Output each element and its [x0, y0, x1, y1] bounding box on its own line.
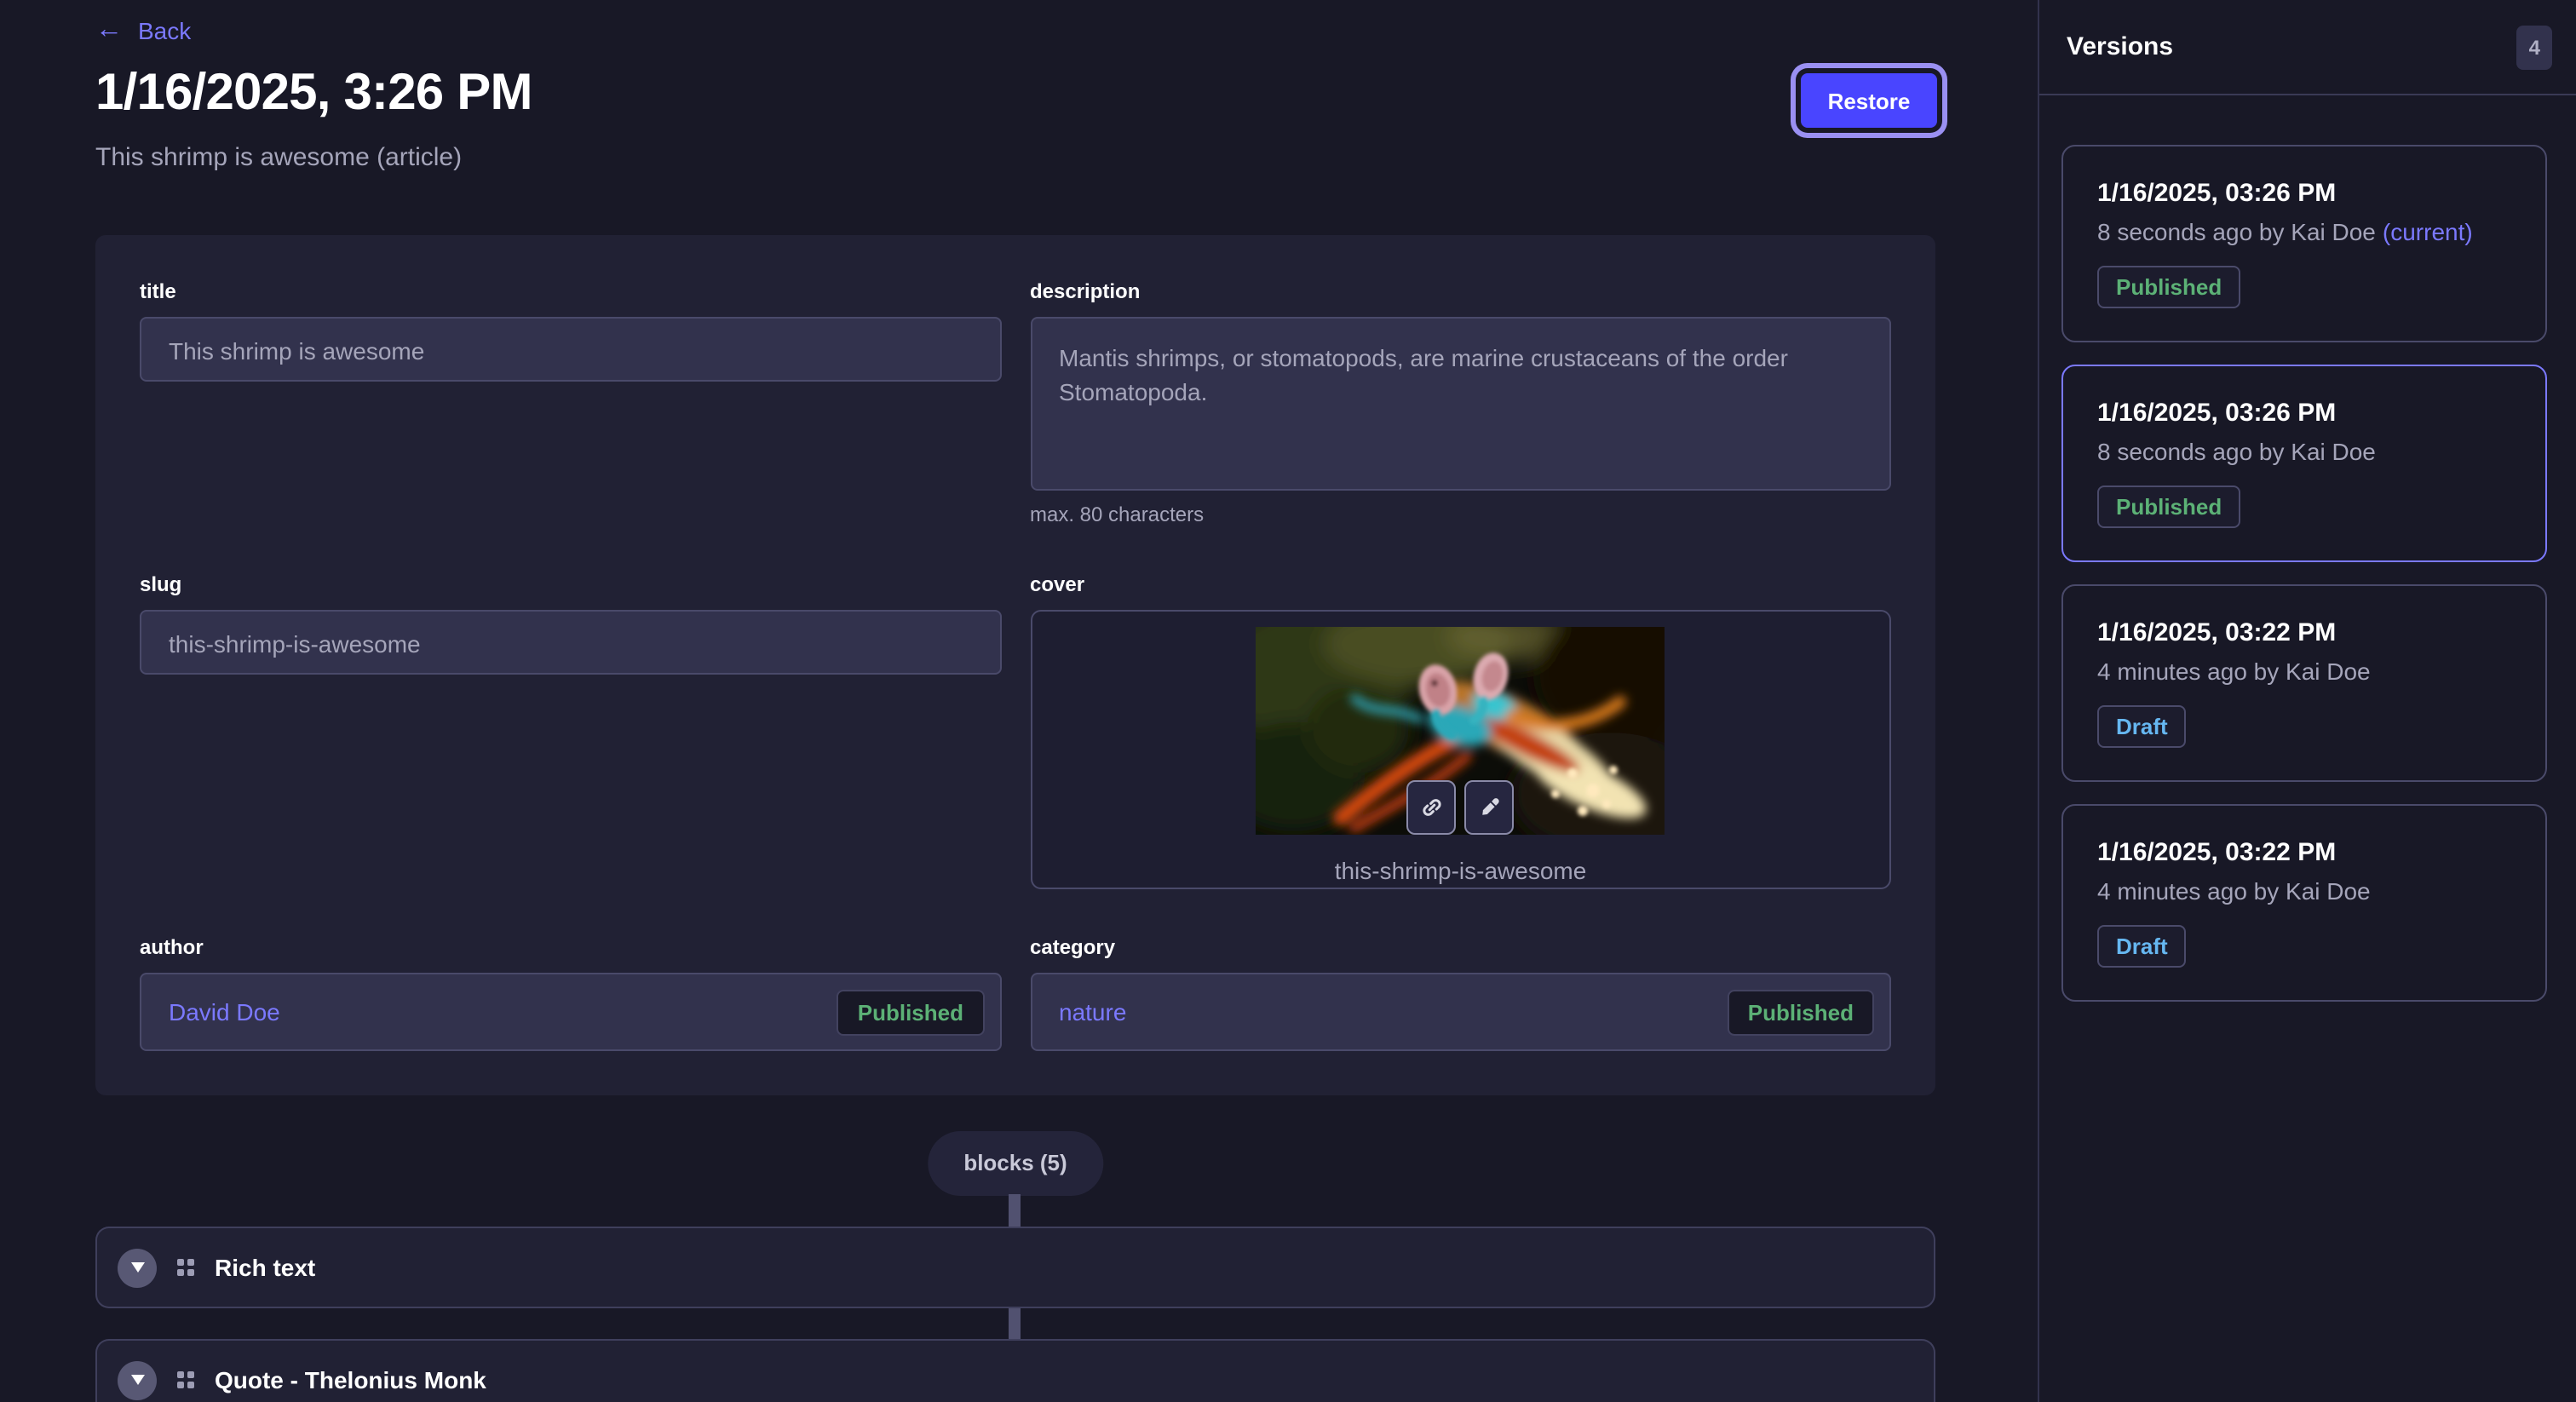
- versions-count-badge: 4: [2517, 25, 2552, 69]
- edit-media-button[interactable]: [1465, 780, 1515, 835]
- caret-down-icon: [130, 1262, 144, 1273]
- version-card-2[interactable]: 1/16/2025, 03:26 PM 8 seconds ago by Kai…: [2061, 365, 2547, 562]
- version-date: 1/16/2025, 03:22 PM: [2097, 838, 2511, 867]
- description-label: description: [1030, 279, 1891, 303]
- block-item-quote[interactable]: Quote - Thelonius Monk: [95, 1339, 1935, 1402]
- category-label: category: [1030, 935, 1891, 959]
- expand-block-button[interactable]: [118, 1360, 157, 1399]
- version-status-badge: Draft: [2097, 705, 2187, 748]
- version-history-page: ← Back 1/16/2025, 3:26 PM This shrimp is…: [0, 0, 2576, 1402]
- author-field: author David Doe Published: [140, 935, 1001, 1051]
- category-status-badge: Published: [1728, 989, 1874, 1035]
- author-relation: David Doe Published: [140, 973, 1001, 1051]
- blocks-connector: [1009, 1307, 1021, 1339]
- cover-media-box: this-shrimp-is-awesome: [1030, 610, 1891, 889]
- version-meta: 4 minutes ago by Kai Doe: [2097, 877, 2511, 905]
- form-row-2: slug this-shrimp-is-awesome cover: [140, 572, 1891, 889]
- version-status-badge: Published: [2097, 266, 2240, 308]
- author-relation-link[interactable]: David Doe: [169, 998, 280, 1026]
- title-field: title This shrimp is awesome: [140, 279, 1001, 526]
- version-current-tag: (current): [2383, 218, 2473, 245]
- back-link[interactable]: ← Back: [95, 17, 191, 44]
- version-meta-text: 8 seconds ago by Kai Doe: [2097, 438, 2376, 465]
- restore-button[interactable]: Restore: [1801, 73, 1937, 128]
- page-subtitle: This shrimp is awesome (article): [95, 143, 462, 172]
- title-label: title: [140, 279, 1001, 303]
- version-meta-text: 4 minutes ago by Kai Doe: [2097, 658, 2371, 685]
- cover-field: cover: [1030, 572, 1891, 889]
- version-meta: 8 seconds ago by Kai Doe (current): [2097, 218, 2511, 245]
- versions-sidebar: Versions 4 1/16/2025, 03:26 PM 8 seconds…: [2038, 0, 2576, 1402]
- expand-block-button[interactable]: [118, 1248, 157, 1287]
- category-relation: nature Published: [1030, 973, 1891, 1051]
- back-label: Back: [138, 17, 191, 44]
- slug-input[interactable]: this-shrimp-is-awesome: [140, 610, 1001, 675]
- version-card-4[interactable]: 1/16/2025, 03:22 PM 4 minutes ago by Kai…: [2061, 804, 2547, 1002]
- drag-handle-icon[interactable]: [177, 1371, 194, 1388]
- title-input[interactable]: This shrimp is awesome: [140, 317, 1001, 382]
- description-textarea[interactable]: Mantis shrimps, or stomatopods, are mari…: [1030, 317, 1891, 491]
- versions-header: Versions 4: [2039, 0, 2576, 95]
- version-date: 1/16/2025, 03:22 PM: [2097, 618, 2511, 647]
- slug-label: slug: [140, 572, 1001, 596]
- category-relation-link[interactable]: nature: [1059, 998, 1126, 1026]
- cover-caption: this-shrimp-is-awesome: [1335, 857, 1587, 884]
- block-item-rich-text[interactable]: Rich text: [95, 1227, 1935, 1308]
- description-hint: max. 80 characters: [1030, 503, 1891, 526]
- author-label: author: [140, 935, 1001, 959]
- version-meta-text: 4 minutes ago by Kai Doe: [2097, 877, 2371, 905]
- version-meta: 4 minutes ago by Kai Doe: [2097, 658, 2511, 685]
- cover-media: [1256, 627, 1665, 835]
- author-status-badge: Published: [837, 989, 984, 1035]
- versions-heading: Versions: [2067, 32, 2173, 61]
- blocks-pill: blocks (5): [928, 1131, 1102, 1196]
- copy-link-button[interactable]: [1407, 780, 1457, 835]
- version-meta: 8 seconds ago by Kai Doe: [2097, 438, 2511, 465]
- form-row-1: title This shrimp is awesome description…: [140, 279, 1891, 526]
- version-status-badge: Draft: [2097, 925, 2187, 968]
- version-fields-card: title This shrimp is awesome description…: [95, 235, 1935, 1095]
- blocks-connector: [1009, 1194, 1021, 1227]
- version-card-1[interactable]: 1/16/2025, 03:26 PM 8 seconds ago by Kai…: [2061, 145, 2547, 342]
- drag-handle-icon[interactable]: [177, 1259, 194, 1276]
- version-meta-text: 8 seconds ago by Kai Doe: [2097, 218, 2376, 245]
- description-field: description Mantis shrimps, or stomatopo…: [1030, 279, 1891, 526]
- version-date: 1/16/2025, 03:26 PM: [2097, 399, 2511, 428]
- version-status-badge: Published: [2097, 486, 2240, 528]
- page-title: 1/16/2025, 3:26 PM: [95, 65, 532, 123]
- cover-actions: [1407, 780, 1515, 835]
- slug-field: slug this-shrimp-is-awesome: [140, 572, 1001, 889]
- version-card-3[interactable]: 1/16/2025, 03:22 PM 4 minutes ago by Kai…: [2061, 584, 2547, 782]
- form-row-3: author David Doe Published category natu…: [140, 935, 1891, 1051]
- cover-label: cover: [1030, 572, 1891, 596]
- version-date: 1/16/2025, 03:26 PM: [2097, 179, 2511, 208]
- category-field: category nature Published: [1030, 935, 1891, 1051]
- link-icon: [1420, 796, 1444, 819]
- block-label: Rich text: [215, 1254, 315, 1281]
- pencil-icon: [1478, 796, 1502, 819]
- caret-down-icon: [130, 1375, 144, 1385]
- block-label: Quote - Thelonius Monk: [215, 1366, 486, 1393]
- versions-list: 1/16/2025, 03:26 PM 8 seconds ago by Kai…: [2039, 95, 2576, 1029]
- back-arrow-icon: ←: [95, 17, 123, 44]
